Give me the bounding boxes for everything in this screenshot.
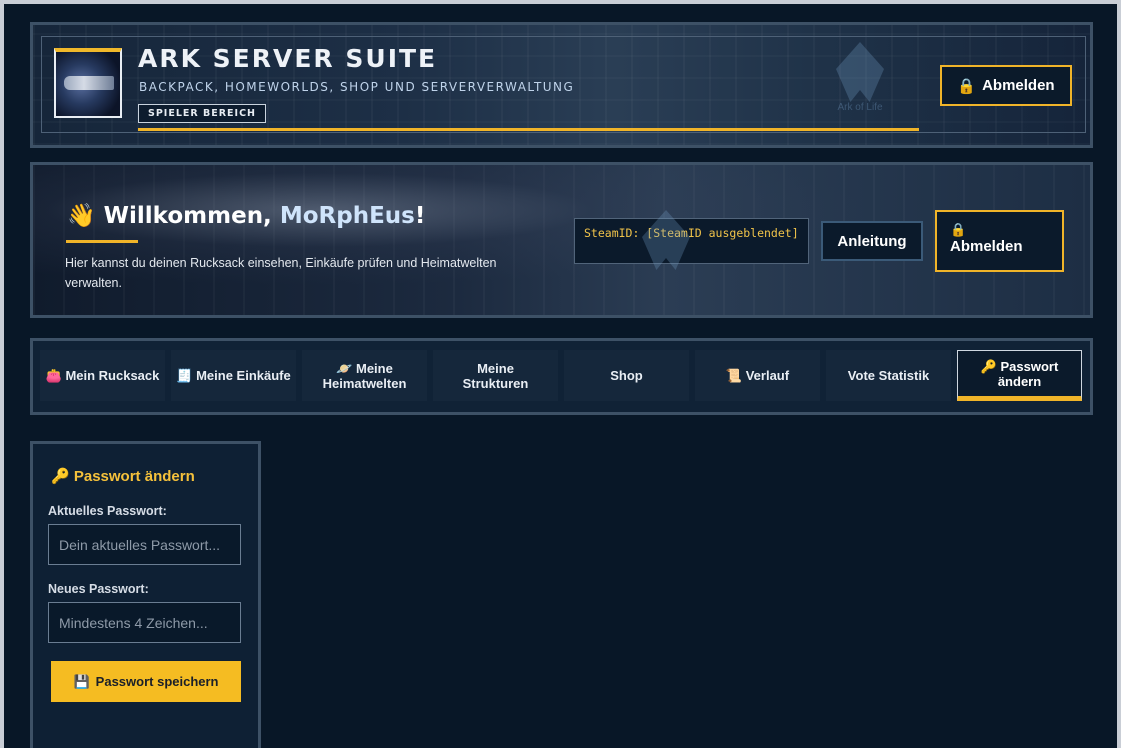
logout-label: Abmelden — [982, 77, 1055, 94]
purse-icon: 👛 — [45, 368, 62, 383]
site-header: ARK SERVER SUITE BACKPACK, HOMEWORLDS, S… — [30, 22, 1093, 148]
welcome-heading: 👋 Willkommen, MoRphEus! — [67, 202, 425, 229]
area-badge: SPIELER BEREICH — [138, 104, 266, 123]
waving-hand-icon: 👋 — [67, 203, 96, 229]
header-frame: ARK SERVER SUITE BACKPACK, HOMEWORLDS, S… — [41, 36, 1086, 133]
ark-emblem-icon: Ark of Life — [830, 42, 890, 132]
card-title: 🔑 Passwort ändern — [51, 467, 195, 485]
key-icon: 🔑 — [51, 468, 70, 485]
tab-change-password[interactable]: 🔑 Passwort ändern — [957, 350, 1082, 401]
tab-structures[interactable]: Meine Strukturen — [433, 350, 558, 401]
tab-label: Vote Statistik — [847, 368, 930, 383]
password-card: 🔑 Passwort ändern Aktuelles Passwort: Ne… — [30, 441, 261, 748]
tab-label: Shop — [610, 368, 643, 383]
save-password-label: Passwort speichern — [95, 674, 219, 689]
current-password-label: Aktuelles Passwort: — [48, 504, 167, 518]
tab-vote-stats[interactable]: Vote Statistik — [826, 350, 951, 401]
spaceship-icon — [64, 76, 114, 90]
logo — [54, 48, 122, 118]
emblem-text: Ark of Life — [837, 102, 883, 113]
logout-button[interactable]: 🔒 Abmelden — [940, 65, 1072, 106]
main-nav: 👛 Mein Rucksack 🧾 Meine Einkäufe 🪐 Meine… — [30, 338, 1093, 415]
brand-subtitle: BACKPACK, HOMEWORLDS, SHOP UND SERVERVER… — [139, 80, 575, 94]
lock-icon: 🔒 — [957, 77, 977, 95]
welcome-panel: 👋 Willkommen, MoRphEus! Hier kannst du d… — [30, 162, 1093, 318]
guide-button[interactable]: Anleitung — [821, 221, 923, 261]
welcome-username: MoRphEus — [279, 203, 415, 229]
tab-history[interactable]: 📜 Verlauf — [695, 350, 820, 401]
new-password-label: Neues Passwort: — [48, 582, 149, 596]
tab-backpack[interactable]: 👛 Mein Rucksack — [40, 350, 165, 401]
tab-label: Meine Einkäufe — [196, 368, 291, 383]
planet-icon: 🪐 — [336, 360, 353, 376]
tab-label: Meine Heimatwelten — [322, 360, 407, 391]
accent-divider — [138, 128, 919, 131]
tab-label: Meine Strukturen — [462, 360, 529, 391]
tab-homeworlds[interactable]: 🪐 Meine Heimatwelten — [302, 350, 427, 401]
scroll-icon: 📜 — [725, 368, 743, 383]
logout-button-secondary[interactable]: 🔒 Abmelden — [935, 210, 1064, 272]
floppy-disk-icon: 💾 — [73, 673, 90, 689]
lock-icon: 🔒 — [950, 222, 967, 237]
tab-purchases[interactable]: 🧾 Meine Einkäufe — [171, 350, 296, 401]
save-password-button[interactable]: 💾 Passwort speichern — [51, 661, 241, 702]
card-title-text: Passwort ändern — [73, 468, 195, 485]
logout-label: Abmelden — [950, 238, 1023, 255]
brand-title: ARK SERVER SUITE — [138, 44, 438, 73]
current-password-input[interactable] — [48, 524, 241, 565]
welcome-exclamation: ! — [414, 203, 426, 229]
welcome-description: Hier kannst du deinen Rucksack einsehen,… — [65, 256, 497, 290]
new-password-input[interactable] — [48, 602, 241, 643]
app-shell: ARK SERVER SUITE BACKPACK, HOMEWORLDS, S… — [4, 4, 1117, 748]
tab-label: Mein Rucksack — [65, 368, 160, 383]
tab-shop[interactable]: Shop — [564, 350, 689, 401]
nav-tabs: 👛 Mein Rucksack 🧾 Meine Einkäufe 🪐 Meine… — [40, 350, 1082, 401]
receipt-icon: 🧾 — [176, 368, 193, 383]
key-icon: 🔑 — [980, 358, 997, 374]
tab-label: Passwort ändern — [997, 358, 1059, 389]
welcome-underline — [66, 240, 138, 243]
tab-label: Verlauf — [745, 368, 790, 383]
welcome-greeting: Willkommen, — [103, 203, 272, 229]
